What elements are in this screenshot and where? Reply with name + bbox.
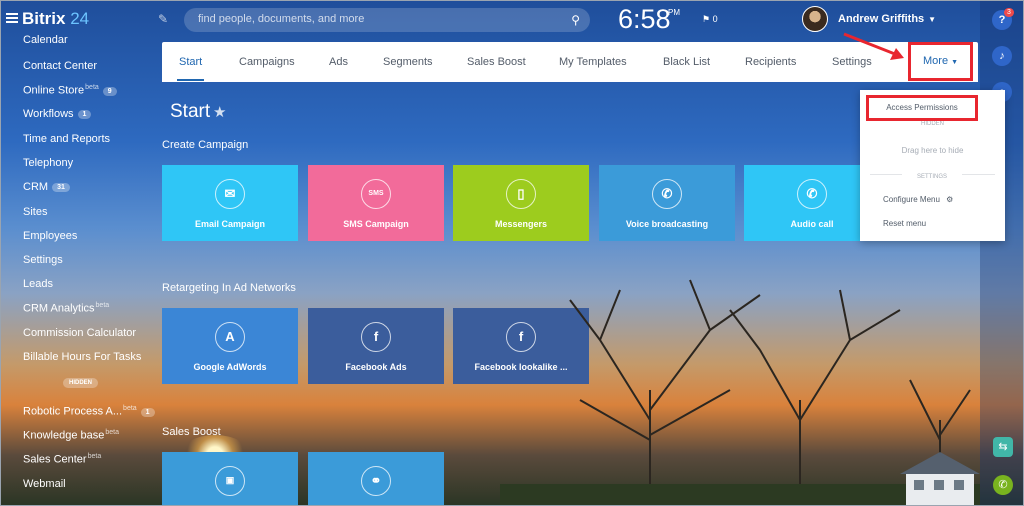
tab-my-templates[interactable]: My Templates [559,56,627,68]
open-lines-icon[interactable]: ⇆ [993,437,1013,457]
tile-messengers[interactable]: ▯ Messengers [453,165,589,241]
page-title: Start [170,101,211,122]
sidebar-item-crm[interactable]: CRM 31 [23,181,70,193]
pencil-icon[interactable]: ✎ [158,12,168,26]
sidebar-item-sales-center[interactable]: Sales Centerbeta [23,453,101,466]
tile-google-adwords[interactable]: A Google AdWords [162,308,298,384]
tab-sales-boost[interactable]: Sales Boost [467,56,526,68]
clock-ampm: PM [668,8,680,17]
section-retargeting: Retargeting In Ad Networks [162,282,296,294]
chevron-down-icon: ▼ [928,15,937,24]
section-create-campaign: Create Campaign [162,139,249,151]
tile-voice-broadcasting[interactable]: ✆ Voice broadcasting [599,165,735,241]
counter-badge: 31 [52,183,70,192]
sidebar-item-leads[interactable]: Leads [23,278,53,290]
sidebar-item-employees[interactable]: Employees [23,230,77,242]
tab-campaigns[interactable]: Campaigns [239,56,295,68]
sidebar-item-calendar[interactable]: Calendar [23,34,68,46]
sidebar-item-settings[interactable]: Settings [23,254,63,266]
star-icon[interactable]: ★ [213,103,226,121]
sms-icon: SMS [361,179,391,209]
search-icon[interactable]: ⚲ [571,13,580,27]
background-house [900,452,980,506]
dropdown-drag-hint: Drag here to hide [901,146,964,155]
sidebar-item-workflows[interactable]: Workflows 1 [23,108,92,120]
tile-email-campaign[interactable]: ✉ Email Campaign [162,165,298,241]
sidebar-item-telephony[interactable]: Telephony [23,157,73,169]
counter-badge: 1 [77,110,92,119]
tab-recipients[interactable]: Recipients [745,56,796,68]
help-badge: 3 [1004,8,1014,17]
tile-sales-boost-deals[interactable]: ⚭ [308,452,444,506]
app-logo[interactable]: Bitrix 24 [22,9,89,29]
avatar[interactable] [802,6,828,32]
adwords-icon: A [215,322,245,352]
sidebar-item-sites[interactable]: Sites [23,206,47,218]
tab-black-list[interactable]: Black List [663,56,710,68]
dropdown-settings-heading: SETTINGS [902,174,962,180]
sidebar-item-crm-analytics[interactable]: CRM Analyticsbeta [23,302,109,315]
clock-time[interactable]: 6:58 [618,4,671,35]
notification-bell-icon[interactable]: ♪ [992,46,1012,66]
configure-menu-item[interactable]: Configure Menu ⚙ [883,195,953,204]
flag-counter[interactable]: ⚑ 0 [702,14,718,25]
sidebar-item-commission-calculator[interactable]: Commission Calculator [23,327,136,339]
sidebar-item-time-reports[interactable]: Time and Reports [23,133,110,145]
tab-start[interactable]: Start [176,56,205,81]
call-icon[interactable]: ✆ [993,475,1013,495]
callout-arrow-icon [843,32,904,60]
ad-icon: ▣ [215,466,245,496]
facebook-icon: f [361,322,391,352]
envelope-icon: ✉ [215,179,245,209]
tile-sms-campaign[interactable]: SMS SMS Campaign [308,165,444,241]
user-name-menu[interactable]: Andrew Griffiths ▼ [838,13,936,25]
counter-badge: 1 [140,407,155,417]
tab-more[interactable]: More ▼ [908,42,973,81]
voice-icon: ✆ [652,179,682,209]
search-input[interactable]: find people, documents, and more ⚲ [184,8,590,32]
counter-badge: 9 [102,86,117,96]
sidebar-item-webmail[interactable]: Webmail [23,478,66,490]
sidebar-item-online-store[interactable]: Online Storebeta9 [23,84,117,97]
tab-ads[interactable]: Ads [329,56,348,68]
sidebar-hidden-divider[interactable]: HIDDEN [63,378,99,388]
dropdown-hidden-heading: HIDDEN [920,121,944,127]
phone-icon: ▯ [506,179,536,209]
access-permissions-item[interactable]: Access Permissions [866,95,978,121]
tile-audio-call[interactable]: ✆ Audio call [744,165,860,241]
audio-call-icon: ✆ [797,179,827,209]
sidebar-item-knowledge-base[interactable]: Knowledge basebeta [23,429,119,442]
tile-sales-boost-ads[interactable]: ▣ [162,452,298,506]
tile-facebook-ads[interactable]: f Facebook Ads [308,308,444,384]
tab-segments[interactable]: Segments [383,56,433,68]
gear-icon: ⚙ [946,195,954,204]
right-rail: ? ♪ ● [980,0,1024,506]
handshake-icon: ⚭ [361,466,391,496]
sidebar-item-contact-center[interactable]: Contact Center [23,60,97,72]
sidebar-item-robotic-process[interactable]: Robotic Process A...beta1 [23,405,155,418]
chevron-down-icon: ▼ [951,59,958,66]
menu-hamburger-icon[interactable] [6,13,18,23]
sidebar-item-billable-hours[interactable]: Billable Hours For Tasks [23,351,141,363]
reset-menu-item[interactable]: Reset menu [883,219,926,228]
